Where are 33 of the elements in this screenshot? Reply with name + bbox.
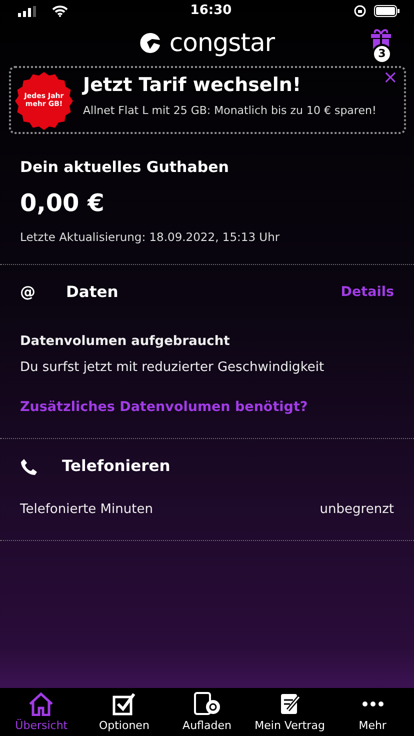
data-volume-link[interactable]: Zusätzliches Datenvolumen benötigt?	[20, 397, 308, 418]
at-icon: @	[20, 280, 42, 304]
row-label: Telefonierte Minuten	[20, 501, 153, 520]
tab-item[interactable]: Übersicht	[0, 688, 83, 736]
phone-icon	[20, 458, 38, 476]
seal-background	[15, 72, 73, 130]
tab-item[interactable]: Mein Vertrag	[248, 688, 332, 736]
status-heading: Datenvolumen aufgebraucht	[20, 333, 231, 351]
home-icon	[28, 692, 54, 716]
signal-icon	[18, 6, 36, 16]
tab-item[interactable]: Optionen	[82, 688, 166, 736]
section-title: Telefonieren	[62, 456, 170, 477]
promo-text: Allnet Flat L mit 25 GB: Monatlich bis zu 10 € sparen!	[83, 102, 378, 119]
checkbox-icon	[112, 692, 136, 716]
section-title: Daten	[66, 282, 118, 303]
rotation-lock-icon	[354, 5, 366, 17]
congstar-logo: congstar	[139, 24, 275, 62]
close-button[interactable]: ×	[382, 69, 398, 87]
clock-time: 16:30	[190, 2, 232, 20]
update-time: Letzte Aktualisierung: 18.09.2022, 15:13 Uhr	[20, 228, 281, 246]
balance-amount: 0,00 €	[20, 188, 106, 218]
row-value: unbegrenzt	[320, 501, 394, 520]
tab-item[interactable]: Aufladen	[166, 688, 248, 736]
wifi-icon	[52, 5, 68, 17]
status-text: Du surfst jetzt mit reduzierter Geschwindigkeit	[20, 358, 326, 376]
tab-item[interactable]: Mehr	[331, 688, 414, 736]
promo-title: Jetzt Tarif wechseln!	[83, 74, 302, 97]
logo-icon	[139, 32, 162, 54]
balance-label: Dein aktuelles Guthaben	[20, 157, 230, 178]
details-link[interactable]: Details	[340, 282, 394, 302]
count-badge: 3	[372, 44, 392, 64]
more-icon	[360, 701, 385, 707]
battery-icon	[374, 5, 400, 17]
